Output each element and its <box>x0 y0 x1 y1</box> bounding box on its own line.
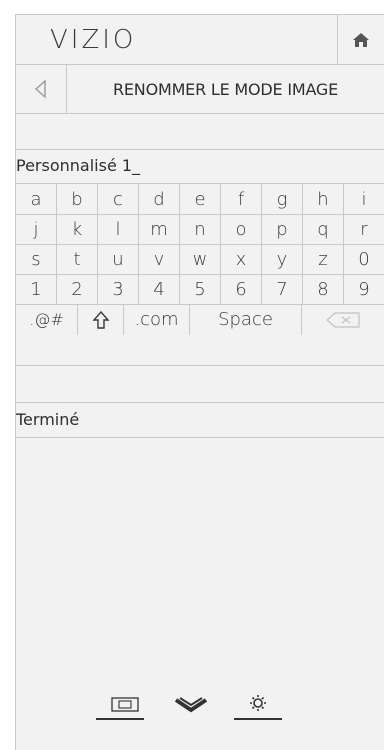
name-input-value: Personnalisé 1_ <box>16 156 141 175</box>
space-key[interactable]: Space <box>190 304 302 335</box>
keyboard-row: s t u v w x y z 0 <box>16 244 384 275</box>
key-w[interactable]: w <box>180 244 221 274</box>
key-k[interactable]: k <box>57 214 98 244</box>
key-f[interactable]: f <box>221 184 262 214</box>
picture-icon[interactable] <box>96 697 144 720</box>
key-i[interactable]: i <box>344 184 384 214</box>
keyboard-row: j k l m n o p q r <box>16 214 384 245</box>
backspace-icon <box>326 311 360 328</box>
key-o[interactable]: o <box>221 214 262 244</box>
key-7[interactable]: 7 <box>262 274 303 304</box>
key-0[interactable]: 0 <box>344 244 384 274</box>
key-p[interactable]: p <box>262 214 303 244</box>
page-title: RENOMMER LE MODE IMAGE <box>112 79 339 99</box>
spacer-row <box>16 365 384 403</box>
key-y[interactable]: y <box>262 244 303 274</box>
key-n[interactable]: n <box>180 214 221 244</box>
dotcom-key[interactable]: .com <box>124 304 190 335</box>
settings-panel: VIZIO RENOMMER LE MODE IMAGE Personnalis… <box>15 14 384 750</box>
keyboard-row: 1 2 3 4 5 6 7 8 9 <box>16 274 384 305</box>
key-t[interactable]: t <box>57 244 98 274</box>
key-b[interactable]: b <box>57 184 98 214</box>
home-icon <box>353 32 369 47</box>
symbols-key[interactable]: .@# <box>16 304 78 335</box>
key-4[interactable]: 4 <box>139 274 180 304</box>
key-5[interactable]: 5 <box>180 274 221 304</box>
key-c[interactable]: c <box>98 184 139 214</box>
key-h[interactable]: h <box>303 184 344 214</box>
vizio-logo: VIZIO <box>50 25 137 55</box>
key-x[interactable]: x <box>221 244 262 274</box>
home-button[interactable] <box>337 15 384 64</box>
key-d[interactable]: d <box>139 184 180 214</box>
header: VIZIO <box>16 15 384 65</box>
key-2[interactable]: 2 <box>57 274 98 304</box>
key-q[interactable]: q <box>303 214 344 244</box>
gear-icon[interactable] <box>234 695 282 720</box>
name-input[interactable]: Personnalisé 1_ <box>16 150 384 184</box>
back-button[interactable] <box>16 65 67 113</box>
key-l[interactable]: l <box>98 214 139 244</box>
shift-key[interactable] <box>78 304 124 335</box>
key-u[interactable]: u <box>98 244 139 274</box>
key-6[interactable]: 6 <box>221 274 262 304</box>
back-arrow-icon <box>34 79 46 99</box>
keyboard-row: a b c d e f g h i <box>16 184 384 215</box>
on-screen-keyboard: a b c d e f g h i j k l m n o p q r s t … <box>16 184 384 366</box>
key-m[interactable]: m <box>139 214 180 244</box>
key-3[interactable]: 3 <box>98 274 139 304</box>
key-v[interactable]: v <box>139 244 180 274</box>
keyboard-row: .@# .com Space <box>16 304 384 335</box>
done-label: Terminé <box>16 410 80 429</box>
key-e[interactable]: e <box>180 184 221 214</box>
bottom-nav <box>96 692 286 722</box>
key-r[interactable]: r <box>344 214 384 244</box>
title-bar: RENOMMER LE MODE IMAGE <box>16 65 384 114</box>
key-9[interactable]: 9 <box>344 274 384 304</box>
key-1[interactable]: 1 <box>16 274 57 304</box>
key-a[interactable]: a <box>16 184 57 214</box>
chevron-down-icon[interactable] <box>174 697 208 713</box>
key-8[interactable]: 8 <box>303 274 344 304</box>
key-s[interactable]: s <box>16 244 57 274</box>
key-g[interactable]: g <box>262 184 303 214</box>
key-j[interactable]: j <box>16 214 57 244</box>
key-z[interactable]: z <box>303 244 344 274</box>
backspace-key[interactable] <box>302 304 384 335</box>
done-button[interactable]: Terminé <box>16 403 384 438</box>
spacer-row <box>16 114 384 150</box>
shift-arrow-icon <box>91 310 110 329</box>
